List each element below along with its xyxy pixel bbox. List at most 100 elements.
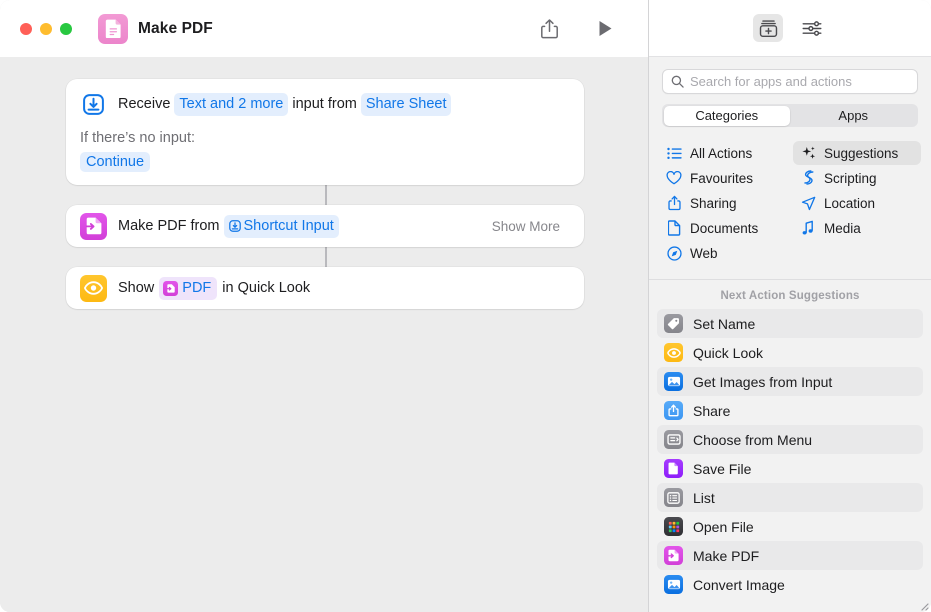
search-input[interactable] <box>690 74 909 89</box>
tab-categories[interactable]: Categories <box>663 105 790 126</box>
sparkles-icon <box>800 145 816 161</box>
receive-word-1: Receive <box>118 96 171 112</box>
action-card-receive[interactable]: Receive Text and 2 more input from Share… <box>66 79 584 185</box>
pdf-variable-token[interactable]: PDF <box>159 276 218 300</box>
list-item-get-images-from-input[interactable]: Get Images from Input <box>657 367 923 396</box>
photo-icon <box>664 372 683 391</box>
shortcut-details-button[interactable] <box>797 14 827 42</box>
action-card-make-pdf[interactable]: Make PDF from Shortcut Input Show More <box>66 205 584 247</box>
sidebar-item-all-actions[interactable]: All Actions <box>659 141 787 165</box>
sidebar-item-label: Web <box>690 245 718 261</box>
sidebar-item-suggestions[interactable]: Suggestions <box>793 141 921 165</box>
tab-apps[interactable]: Apps <box>790 106 917 126</box>
receive-input-type-token[interactable]: Text and 2 more <box>174 92 289 116</box>
show-more-button[interactable]: Show More <box>492 219 570 234</box>
page-title: Make PDF <box>138 19 213 37</box>
list-item-label: Convert Image <box>693 576 785 593</box>
suggestions-header: Next Action Suggestions <box>720 290 860 302</box>
make-pdf-icon <box>664 546 683 565</box>
quick-look-word-1: Show <box>118 280 155 296</box>
sidebar-item-label: Suggestions <box>824 145 899 161</box>
no-input-label: If there’s no input: <box>80 130 196 146</box>
action-library-button[interactable] <box>753 14 783 42</box>
window-title-group: Make PDF <box>98 13 213 44</box>
traffic-lights <box>20 22 72 35</box>
list-item-list[interactable]: List <box>657 483 923 512</box>
shortcut-input-token-label: Shortcut Input <box>243 218 334 234</box>
search-container <box>649 57 931 94</box>
list-item-label: Open File <box>693 518 754 535</box>
make-pdf-action-text: Make PDF from Shortcut Input <box>118 214 343 238</box>
list-item-label: List <box>693 489 715 506</box>
action-card-quick-look[interactable]: Show PDF in Quick Look <box>66 267 584 309</box>
sidebar-item-label: Documents <box>690 220 759 236</box>
pdf-variable-label: PDF <box>182 280 212 296</box>
heart-icon <box>666 170 682 186</box>
list-item-label: Save File <box>693 460 752 477</box>
list-item-save-file[interactable]: Save File <box>657 454 923 483</box>
list-item-make-pdf[interactable]: Make PDF <box>657 541 923 570</box>
menu-icon <box>664 430 683 449</box>
receive-word-2: input from <box>292 96 357 112</box>
photo-icon <box>664 575 683 594</box>
safari-compass-icon <box>666 245 682 261</box>
search-field[interactable] <box>662 69 918 94</box>
list-item-choose-from-menu[interactable]: Choose from Menu <box>657 425 923 454</box>
document-icon <box>666 220 682 236</box>
sidebar-item-sharing[interactable]: Sharing <box>659 191 787 215</box>
tag-icon <box>664 314 683 333</box>
sidebar-item-label: Sharing <box>690 195 737 211</box>
list-item-share[interactable]: Share <box>657 396 923 425</box>
action-library-sidebar: Categories Apps All Actions <box>648 0 931 612</box>
category-grid: All Actions Suggestions Favourites Scrip… <box>649 127 931 280</box>
play-icon[interactable] <box>592 16 618 42</box>
sidebar-item-web[interactable]: Web <box>659 241 787 265</box>
segmented-control-container: Categories Apps <box>649 94 931 127</box>
list-item-label: Get Images from Input <box>693 373 833 390</box>
receive-source-token[interactable]: Share Sheet <box>360 92 452 116</box>
list-item-open-file[interactable]: Open File <box>657 512 923 541</box>
sidebar-item-label: All Actions <box>690 145 753 161</box>
receive-action-text: Receive Text and 2 more input from Share… <box>118 92 455 116</box>
list-item-label: Make PDF <box>693 547 760 564</box>
sidebar-item-label: Media <box>824 220 861 236</box>
zoom-button[interactable] <box>60 22 72 35</box>
list-bullet-icon <box>666 145 682 161</box>
sidebar-item-scripting[interactable]: Scripting <box>793 166 921 190</box>
quick-look-action-text: Show PDF in Quick Look <box>118 276 311 300</box>
list-item-label: Quick Look <box>693 344 764 361</box>
sidebar-item-documents[interactable]: Documents <box>659 216 787 240</box>
list-icon <box>664 488 683 507</box>
list-item-label: Set Name <box>693 315 756 332</box>
editor-pane: Make PDF Receive Text and 2 more input f… <box>0 0 648 612</box>
no-input-value-token[interactable]: Continue <box>80 152 151 172</box>
list-item-label: Share <box>693 402 731 419</box>
pdf-variable-icon <box>163 280 179 296</box>
receive-input-icon <box>80 91 107 118</box>
eye-icon <box>664 343 683 362</box>
sidebar-item-media[interactable]: Media <box>793 216 921 240</box>
share-icon[interactable] <box>536 16 562 42</box>
quick-look-row: Show PDF in Quick Look <box>66 268 584 308</box>
shortcut-input-icon <box>228 220 241 232</box>
close-button[interactable] <box>20 22 32 35</box>
minimize-button[interactable] <box>40 22 52 35</box>
shortcut-input-token[interactable]: Shortcut Input <box>223 214 339 238</box>
quick-look-icon <box>80 274 107 302</box>
sidebar-item-label: Favourites <box>690 170 754 186</box>
sidebar-item-location[interactable]: Location <box>793 191 921 215</box>
sidebar-item-label: Location <box>824 195 876 211</box>
title-bar-actions <box>536 16 630 42</box>
receive-headline-row: Receive Text and 2 more input from Share… <box>66 90 584 118</box>
quick-look-word-2: in Quick Look <box>222 280 311 296</box>
list-item-set-name[interactable]: Set Name <box>657 309 923 338</box>
list-item-quick-look[interactable]: Quick Look <box>657 338 923 367</box>
sidebar-item-favourites[interactable]: Favourites <box>659 166 787 190</box>
search-icon <box>671 75 684 88</box>
share-up-icon <box>664 401 683 420</box>
make-pdf-icon <box>80 212 107 240</box>
scripting-icon <box>800 170 816 186</box>
shortcut-canvas: Receive Text and 2 more input from Share… <box>0 57 648 612</box>
list-item-convert-image[interactable]: Convert Image <box>657 570 923 599</box>
save-file-icon <box>664 459 683 478</box>
